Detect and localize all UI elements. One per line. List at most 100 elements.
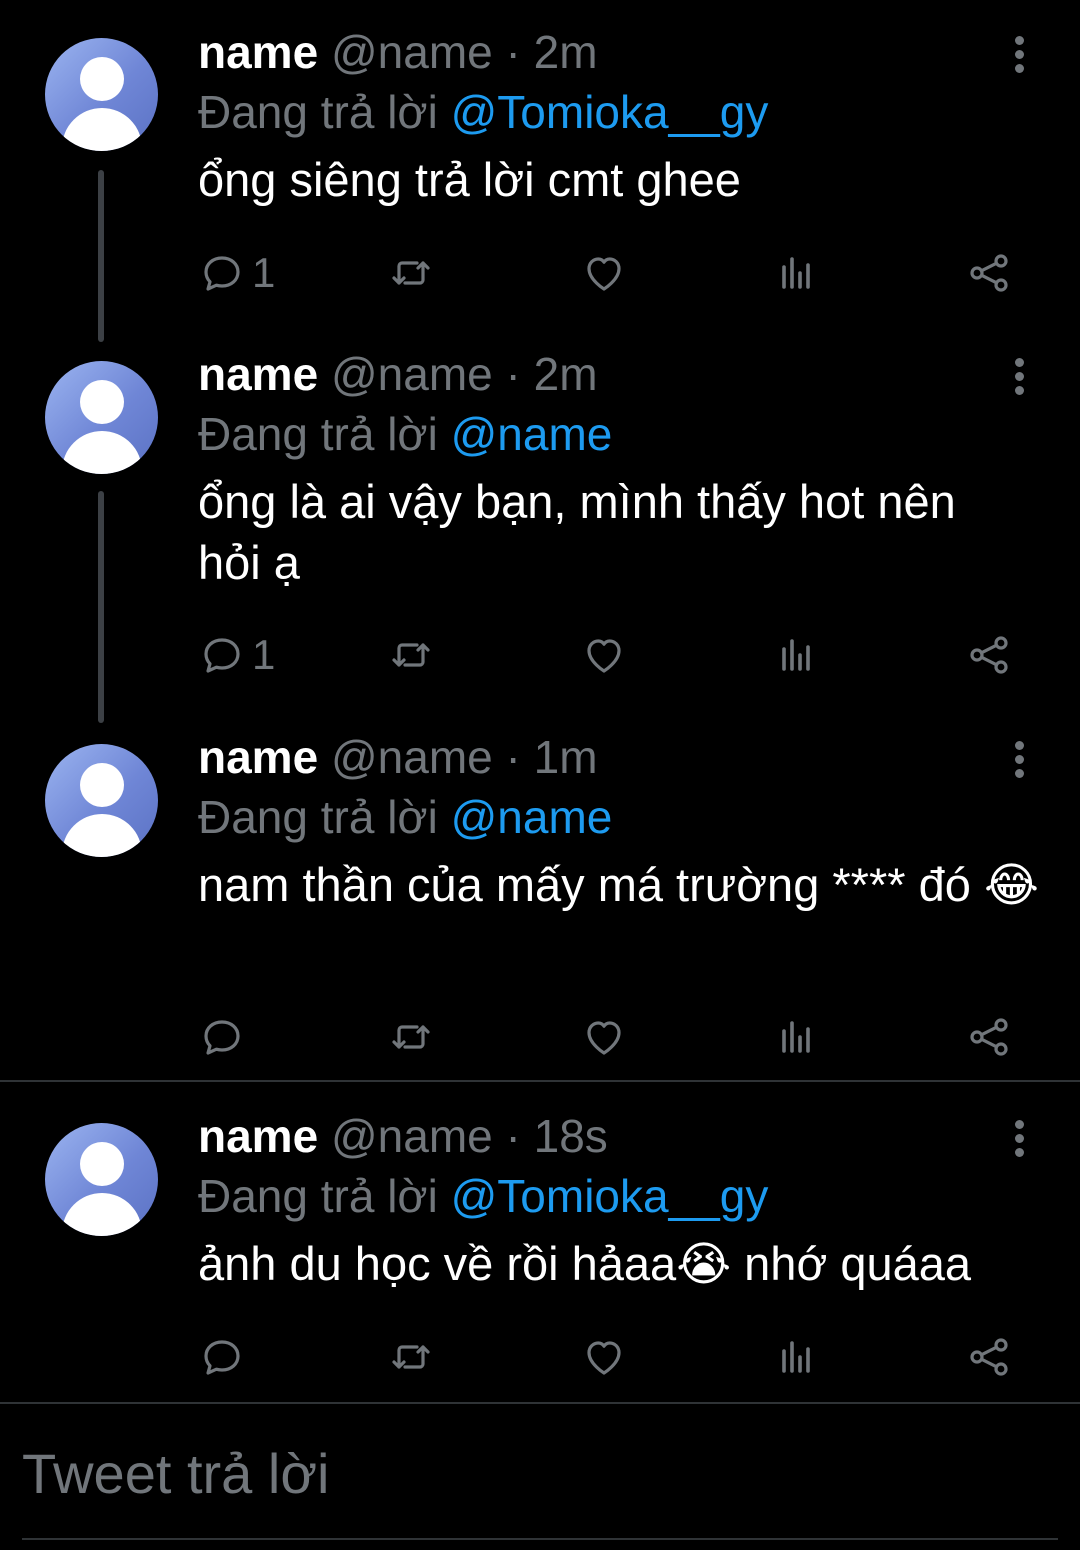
mention-link[interactable]: @Tomioka__gy bbox=[451, 1170, 769, 1222]
tweet-header: name @name · 18s bbox=[198, 1106, 608, 1166]
avatar-head-shape bbox=[80, 763, 124, 807]
reply-icon bbox=[204, 1340, 240, 1375]
tweet-header: name @name · 2m bbox=[198, 344, 598, 404]
mention-link[interactable]: @name bbox=[451, 791, 613, 843]
replying-prefix: Đang trả lời bbox=[198, 86, 438, 138]
user-name[interactable]: name bbox=[198, 731, 318, 783]
share-icon bbox=[970, 254, 1008, 292]
user-handle[interactable]: @name bbox=[331, 731, 493, 783]
reply-button[interactable] bbox=[198, 1007, 252, 1067]
views-button[interactable] bbox=[772, 625, 820, 685]
tweet[interactable]: name @name · 2m Đang trả lời @Tomioka__g… bbox=[0, 22, 1080, 362]
tweet-header: name @name · 1m bbox=[198, 727, 598, 787]
retweet-icon bbox=[392, 1345, 430, 1369]
views-icon bbox=[782, 1021, 810, 1053]
reply-button[interactable]: 1 bbox=[198, 243, 275, 303]
tweet-actions: 1 bbox=[0, 243, 1080, 303]
like-button[interactable] bbox=[580, 1327, 628, 1387]
reply-input[interactable] bbox=[22, 1438, 1058, 1508]
avatar[interactable] bbox=[45, 744, 158, 857]
separator-dot: · bbox=[505, 1110, 521, 1162]
tweet-actions: 1 bbox=[0, 625, 1080, 685]
like-button[interactable] bbox=[580, 625, 628, 685]
user-name[interactable]: name bbox=[198, 1110, 318, 1162]
avatar-body-shape bbox=[62, 108, 142, 151]
user-handle[interactable]: @name bbox=[331, 1110, 493, 1162]
thread-line bbox=[98, 491, 104, 723]
like-button[interactable] bbox=[580, 243, 628, 303]
tweet-text: ảnh du học về rồi hảaa😭 nhớ quáaa bbox=[198, 1237, 972, 1290]
user-handle[interactable]: @name bbox=[331, 348, 493, 400]
share-button[interactable] bbox=[965, 1327, 1013, 1387]
avatar[interactable] bbox=[45, 1123, 158, 1236]
tweet-text: ổng là ai vậy bạn, mình thấy hot nên hỏi… bbox=[198, 475, 956, 589]
separator-dot: · bbox=[505, 26, 521, 78]
retweet-icon bbox=[392, 1025, 430, 1049]
replying-to: Đang trả lời @Tomioka__gy bbox=[198, 1166, 768, 1226]
timestamp[interactable]: 2m bbox=[534, 26, 598, 78]
more-vertical-icon[interactable] bbox=[1000, 24, 1040, 84]
avatar[interactable] bbox=[45, 38, 158, 151]
retweet-icon bbox=[392, 261, 430, 285]
views-button[interactable] bbox=[772, 1007, 820, 1067]
avatar-head-shape bbox=[80, 1142, 124, 1186]
tweet-header: name @name · 2m bbox=[198, 22, 598, 82]
views-icon bbox=[782, 257, 810, 289]
reply-button[interactable] bbox=[198, 1327, 252, 1387]
tweet-actions bbox=[0, 1007, 1080, 1067]
retweet-button[interactable] bbox=[387, 625, 435, 685]
retweet-button[interactable] bbox=[387, 1007, 435, 1067]
views-icon bbox=[782, 639, 810, 671]
tweet-text: ổng siêng trả lời cmt ghee bbox=[198, 153, 741, 206]
heart-icon bbox=[587, 257, 621, 291]
user-name[interactable]: name bbox=[198, 348, 318, 400]
share-icon bbox=[970, 1338, 1008, 1376]
separator-dot: · bbox=[505, 348, 521, 400]
timestamp[interactable]: 18s bbox=[534, 1110, 608, 1162]
avatar-head-shape bbox=[80, 57, 124, 101]
share-icon bbox=[970, 1018, 1008, 1056]
replying-prefix: Đang trả lời bbox=[198, 791, 438, 843]
timestamp[interactable]: 1m bbox=[534, 731, 598, 783]
avatar-head-shape bbox=[80, 380, 124, 424]
like-button[interactable] bbox=[580, 1007, 628, 1067]
reply-composer bbox=[22, 1438, 1058, 1540]
avatar-body-shape bbox=[62, 814, 142, 857]
retweet-button[interactable] bbox=[387, 1327, 435, 1387]
reply-count: 1 bbox=[252, 631, 276, 678]
reply-icon bbox=[204, 638, 240, 673]
mention-link[interactable]: @name bbox=[451, 408, 613, 460]
share-button[interactable] bbox=[965, 243, 1013, 303]
views-icon bbox=[782, 1341, 810, 1373]
retweet-button[interactable] bbox=[387, 243, 435, 303]
timestamp[interactable]: 2m bbox=[534, 348, 598, 400]
share-button[interactable] bbox=[965, 1007, 1013, 1067]
replying-prefix: Đang trả lời bbox=[198, 1170, 438, 1222]
replying-to: Đang trả lời @Tomioka__gy bbox=[198, 82, 768, 142]
divider bbox=[0, 1402, 1080, 1404]
user-name[interactable]: name bbox=[198, 26, 318, 78]
reply-count: 1 bbox=[252, 249, 276, 296]
share-button[interactable] bbox=[965, 625, 1013, 685]
heart-icon bbox=[587, 639, 621, 673]
replying-to: Đang trả lời @name bbox=[198, 787, 612, 847]
share-icon bbox=[970, 636, 1008, 674]
heart-icon bbox=[587, 1341, 621, 1375]
user-handle[interactable]: @name bbox=[331, 26, 493, 78]
replying-prefix: Đang trả lời bbox=[198, 408, 438, 460]
reply-button[interactable]: 1 bbox=[198, 625, 275, 685]
reply-icon bbox=[204, 256, 240, 291]
more-vertical-icon[interactable] bbox=[1000, 346, 1040, 406]
avatar-body-shape bbox=[62, 431, 142, 474]
tweet-actions bbox=[0, 1327, 1080, 1387]
tweet-text: nam thần của mấy má trường **** đó 😂 bbox=[198, 858, 1039, 911]
mention-link[interactable]: @Tomioka__gy bbox=[451, 86, 769, 138]
reply-icon bbox=[204, 1020, 240, 1055]
avatar[interactable] bbox=[45, 361, 158, 474]
replying-to: Đang trả lời @name bbox=[198, 404, 612, 464]
views-button[interactable] bbox=[772, 243, 820, 303]
more-vertical-icon[interactable] bbox=[1000, 729, 1040, 789]
views-button[interactable] bbox=[772, 1327, 820, 1387]
more-vertical-icon[interactable] bbox=[1000, 1108, 1040, 1168]
retweet-icon bbox=[392, 643, 430, 667]
